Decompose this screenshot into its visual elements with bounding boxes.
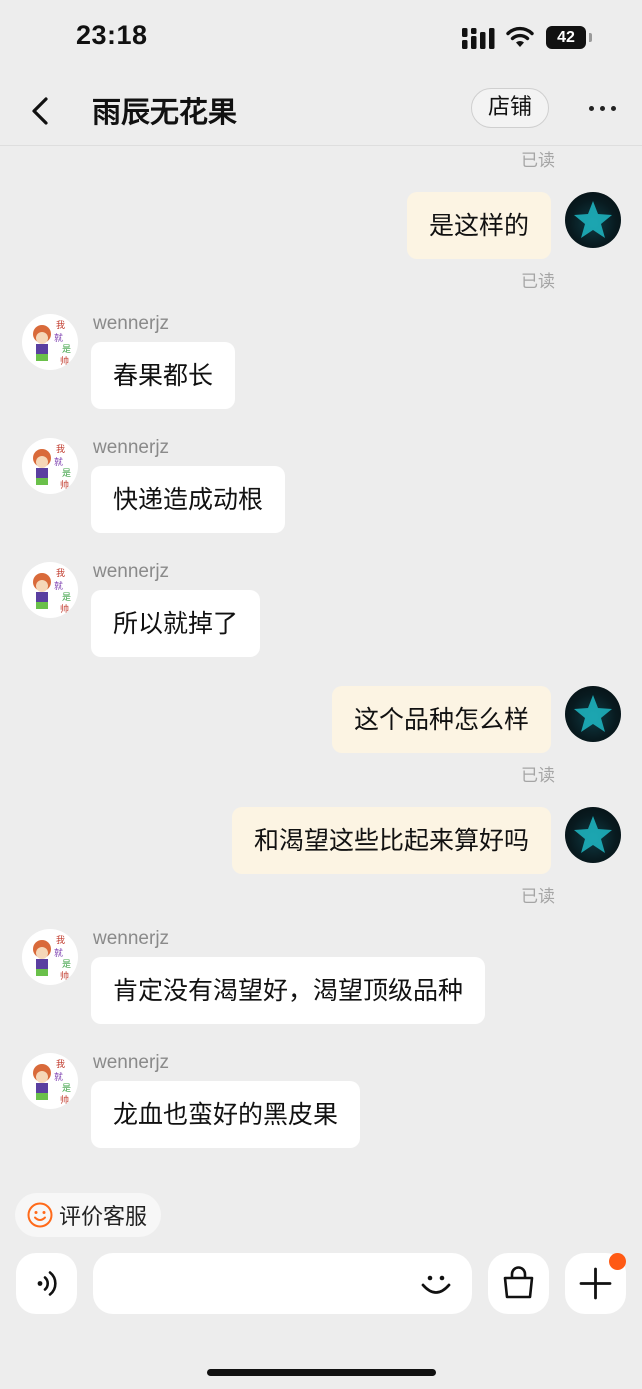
svg-text:我: 我 — [56, 935, 65, 946]
svg-text:我: 我 — [56, 444, 65, 455]
sender-name: wennerjz — [93, 313, 170, 334]
sender-name: wennerjz — [93, 1052, 170, 1073]
svg-text:就: 就 — [54, 580, 63, 592]
svg-text:就: 就 — [54, 947, 63, 959]
my-avatar[interactable] — [565, 807, 621, 863]
home-indicator[interactable] — [207, 1369, 436, 1376]
more-options-icon[interactable] — [589, 106, 617, 112]
sender-name: wennerjz — [93, 561, 170, 582]
peer-avatar[interactable]: 我 就 是 帅 — [22, 314, 78, 370]
peer-avatar[interactable]: 我 就 是 帅 — [22, 929, 78, 985]
shopping-bag-icon — [503, 1266, 534, 1299]
svg-text:我: 我 — [56, 568, 65, 579]
svg-text:就: 就 — [54, 456, 63, 468]
wifi-icon — [506, 26, 534, 47]
svg-text:是: 是 — [62, 468, 71, 479]
battery-indicator: 42 — [546, 26, 586, 49]
rate-service-button[interactable]: 评价客服 — [15, 1193, 162, 1237]
cellular-signal-icon — [462, 28, 495, 49]
message-text-input[interactable] — [93, 1253, 472, 1314]
svg-text:帅: 帅 — [60, 479, 69, 491]
svg-text:我: 我 — [56, 1059, 65, 1070]
sender-name: wennerjz — [93, 928, 170, 949]
svg-text:是: 是 — [62, 344, 71, 355]
outgoing-message-bubble[interactable]: 和渴望这些比起来算好吗 — [231, 807, 551, 874]
my-avatar[interactable] — [565, 192, 621, 248]
battery-cap — [589, 33, 592, 42]
product-picker-button[interactable] — [488, 1253, 549, 1314]
sender-name: wennerjz — [93, 437, 170, 458]
incoming-message-bubble[interactable]: 春果都长 — [91, 342, 236, 409]
incoming-message-bubble[interactable]: 肯定没有渴望好，渴望顶级品种 — [91, 957, 486, 1024]
svg-text:帅: 帅 — [60, 603, 69, 615]
incoming-message-bubble[interactable]: 龙血也蛮好的黑皮果 — [91, 1081, 361, 1148]
svg-text:帅: 帅 — [60, 1094, 69, 1106]
back-arrow-icon[interactable] — [28, 95, 52, 127]
svg-text:是: 是 — [62, 1083, 71, 1094]
rate-service-label: 评价客服 — [59, 1205, 148, 1230]
emoji-icon[interactable] — [418, 1266, 454, 1302]
read-receipt: 已读 — [521, 151, 555, 171]
outgoing-message-bubble[interactable]: 是这样的 — [406, 192, 551, 259]
svg-text:帅: 帅 — [60, 355, 69, 367]
chat-title: 雨辰无花果 — [92, 95, 238, 129]
incoming-message-bubble[interactable]: 所以就掉了 — [91, 590, 261, 657]
peer-avatar[interactable]: 我 就 是 帅 — [22, 1053, 78, 1109]
my-avatar[interactable] — [565, 686, 621, 742]
peer-avatar[interactable]: 我 就 是 帅 — [22, 438, 78, 494]
svg-text:帅: 帅 — [60, 970, 69, 982]
status-time: 23:18 — [76, 20, 148, 50]
outgoing-message-bubble[interactable]: 这个品种怎么样 — [331, 686, 551, 753]
svg-text:是: 是 — [62, 959, 71, 970]
status-bar: 23:18 42 — [0, 0, 642, 76]
read-receipt: 已读 — [521, 272, 555, 292]
message-input-bar — [0, 1250, 642, 1320]
read-receipt: 已读 — [521, 766, 555, 786]
smiley-icon — [27, 1202, 53, 1228]
voice-icon — [37, 1271, 57, 1296]
message-list[interactable]: 已读 是这样的 已读 我 就 是 帅 wennerjz 春果都长 我 就 是 帅 — [0, 146, 642, 1186]
svg-text:是: 是 — [62, 592, 71, 603]
svg-text:我: 我 — [56, 320, 65, 331]
voice-input-button[interactable] — [16, 1253, 77, 1314]
incoming-message-bubble[interactable]: 快递造成动根 — [91, 466, 286, 533]
svg-text:就: 就 — [54, 332, 63, 344]
shop-button[interactable]: 店铺 — [471, 88, 549, 128]
svg-text:就: 就 — [54, 1071, 63, 1083]
peer-avatar[interactable]: 我 就 是 帅 — [22, 562, 78, 618]
notification-dot — [609, 1253, 626, 1270]
read-receipt: 已读 — [521, 887, 555, 907]
chat-header: 雨辰无花果 店铺 — [0, 76, 642, 146]
